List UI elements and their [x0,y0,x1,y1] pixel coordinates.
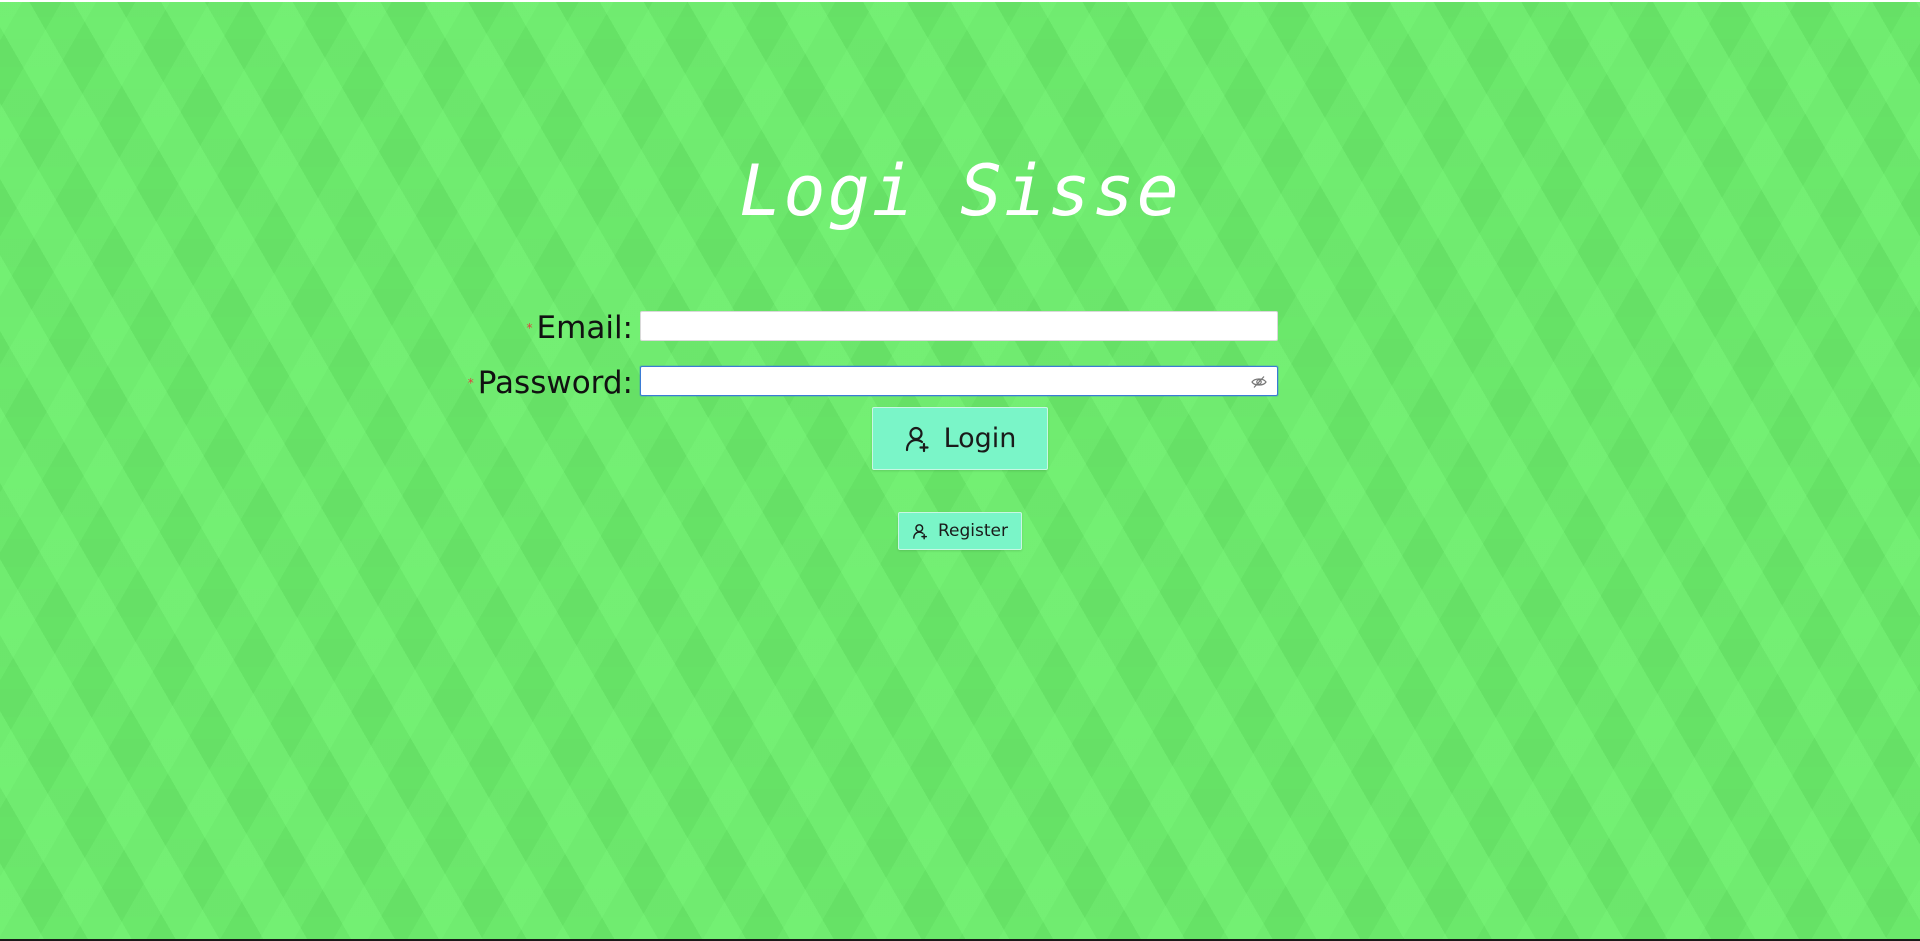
password-label: * Password: [468,366,633,400]
register-label: Register [938,521,1008,541]
email-field[interactable] [640,311,1278,342]
required-marker: * [467,376,474,390]
password-field[interactable] [640,366,1278,397]
user-add-icon [904,425,932,453]
password-input[interactable] [641,367,1247,397]
login-label: Login [943,423,1017,454]
email-label-text: Email: [536,310,633,346]
email-label: * Email: [527,311,633,345]
password-row: * Password: [0,366,1920,400]
login-button[interactable]: Login [872,407,1048,470]
password-label-wrap: * Password: [0,366,633,400]
page-title: Logi Sisse [739,150,1181,232]
email-input[interactable] [641,312,1247,342]
email-label-wrap: * Email: [0,311,633,345]
required-marker: * [526,321,533,335]
password-label-text: Password: [477,365,633,401]
login-page: Logi Sisse * Email: * Password: Login Re… [0,2,1920,939]
register-button[interactable]: Register [898,512,1022,550]
user-add-icon [912,523,929,540]
eye-invisible-icon[interactable] [1251,374,1267,388]
email-row: * Email: [0,311,1920,345]
